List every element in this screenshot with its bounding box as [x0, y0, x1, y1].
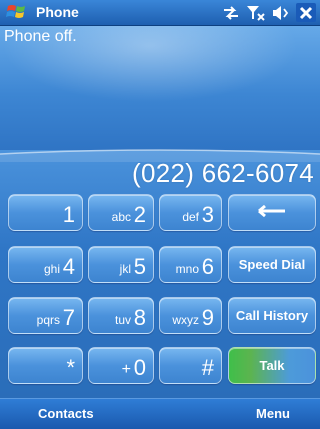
menu-softkey[interactable]: Menu	[256, 406, 290, 421]
speed-dial-button[interactable]: Speed Dial	[228, 246, 316, 283]
key-digit: 5	[133, 254, 146, 279]
softkey-bar: Contacts Menu	[0, 398, 320, 429]
key-hash[interactable]: #	[159, 347, 222, 384]
key-letters: abc	[111, 210, 131, 224]
key-letters: jkl	[119, 262, 131, 276]
backspace-button[interactable]	[228, 194, 316, 231]
key-digit: #	[201, 355, 214, 380]
signal-off-icon[interactable]	[246, 4, 266, 22]
backspace-arrow-icon	[257, 204, 287, 220]
key-star[interactable]: *	[8, 347, 83, 384]
volume-icon[interactable]	[272, 5, 290, 21]
key-6[interactable]: mno 6	[159, 246, 222, 283]
key-digit: *	[66, 355, 75, 380]
key-digit: 2	[133, 202, 146, 227]
system-tray	[222, 2, 316, 23]
key-digit: 6	[201, 254, 214, 279]
key-letters: ghi	[43, 262, 60, 276]
key-digit: 0	[133, 355, 146, 380]
key-digit: 4	[62, 254, 75, 279]
key-3[interactable]: def 3	[159, 194, 222, 231]
key-0[interactable]: + 0	[88, 347, 154, 384]
key-letters: pqrs	[36, 313, 60, 327]
app-title: Phone	[36, 4, 79, 20]
key-letters: +	[121, 361, 131, 378]
key-letters: tuv	[114, 313, 131, 327]
call-history-button[interactable]: Call History	[228, 297, 316, 334]
phone-status-text: Phone off.	[4, 28, 77, 45]
key-digit: 7	[62, 305, 75, 330]
key-digit: 9	[201, 305, 214, 330]
key-7[interactable]: pqrs 7	[8, 297, 83, 334]
key-2[interactable]: abc 2	[88, 194, 154, 231]
contacts-softkey[interactable]: Contacts	[38, 406, 94, 421]
key-letters: wxyz	[172, 313, 199, 327]
key-digit: 1	[62, 202, 75, 227]
key-digit: 8	[133, 305, 146, 330]
key-letters: def	[182, 210, 199, 224]
key-digit: 3	[201, 202, 214, 227]
talk-button[interactable]: Talk	[228, 347, 316, 384]
close-icon[interactable]	[296, 3, 316, 22]
title-bar: Phone	[0, 0, 320, 26]
key-5[interactable]: jkl 5	[88, 246, 154, 283]
key-9[interactable]: wxyz 9	[159, 297, 222, 334]
status-area: Phone off.	[0, 26, 320, 151]
connectivity-icon[interactable]	[222, 5, 240, 21]
key-4[interactable]: ghi 4	[8, 246, 83, 283]
dialed-number: (022) 662-6074	[132, 158, 314, 188]
key-1[interactable]: 1	[8, 194, 83, 231]
key-8[interactable]: tuv 8	[88, 297, 154, 334]
windows-start-icon[interactable]	[6, 3, 28, 22]
key-letters: mno	[175, 262, 199, 276]
